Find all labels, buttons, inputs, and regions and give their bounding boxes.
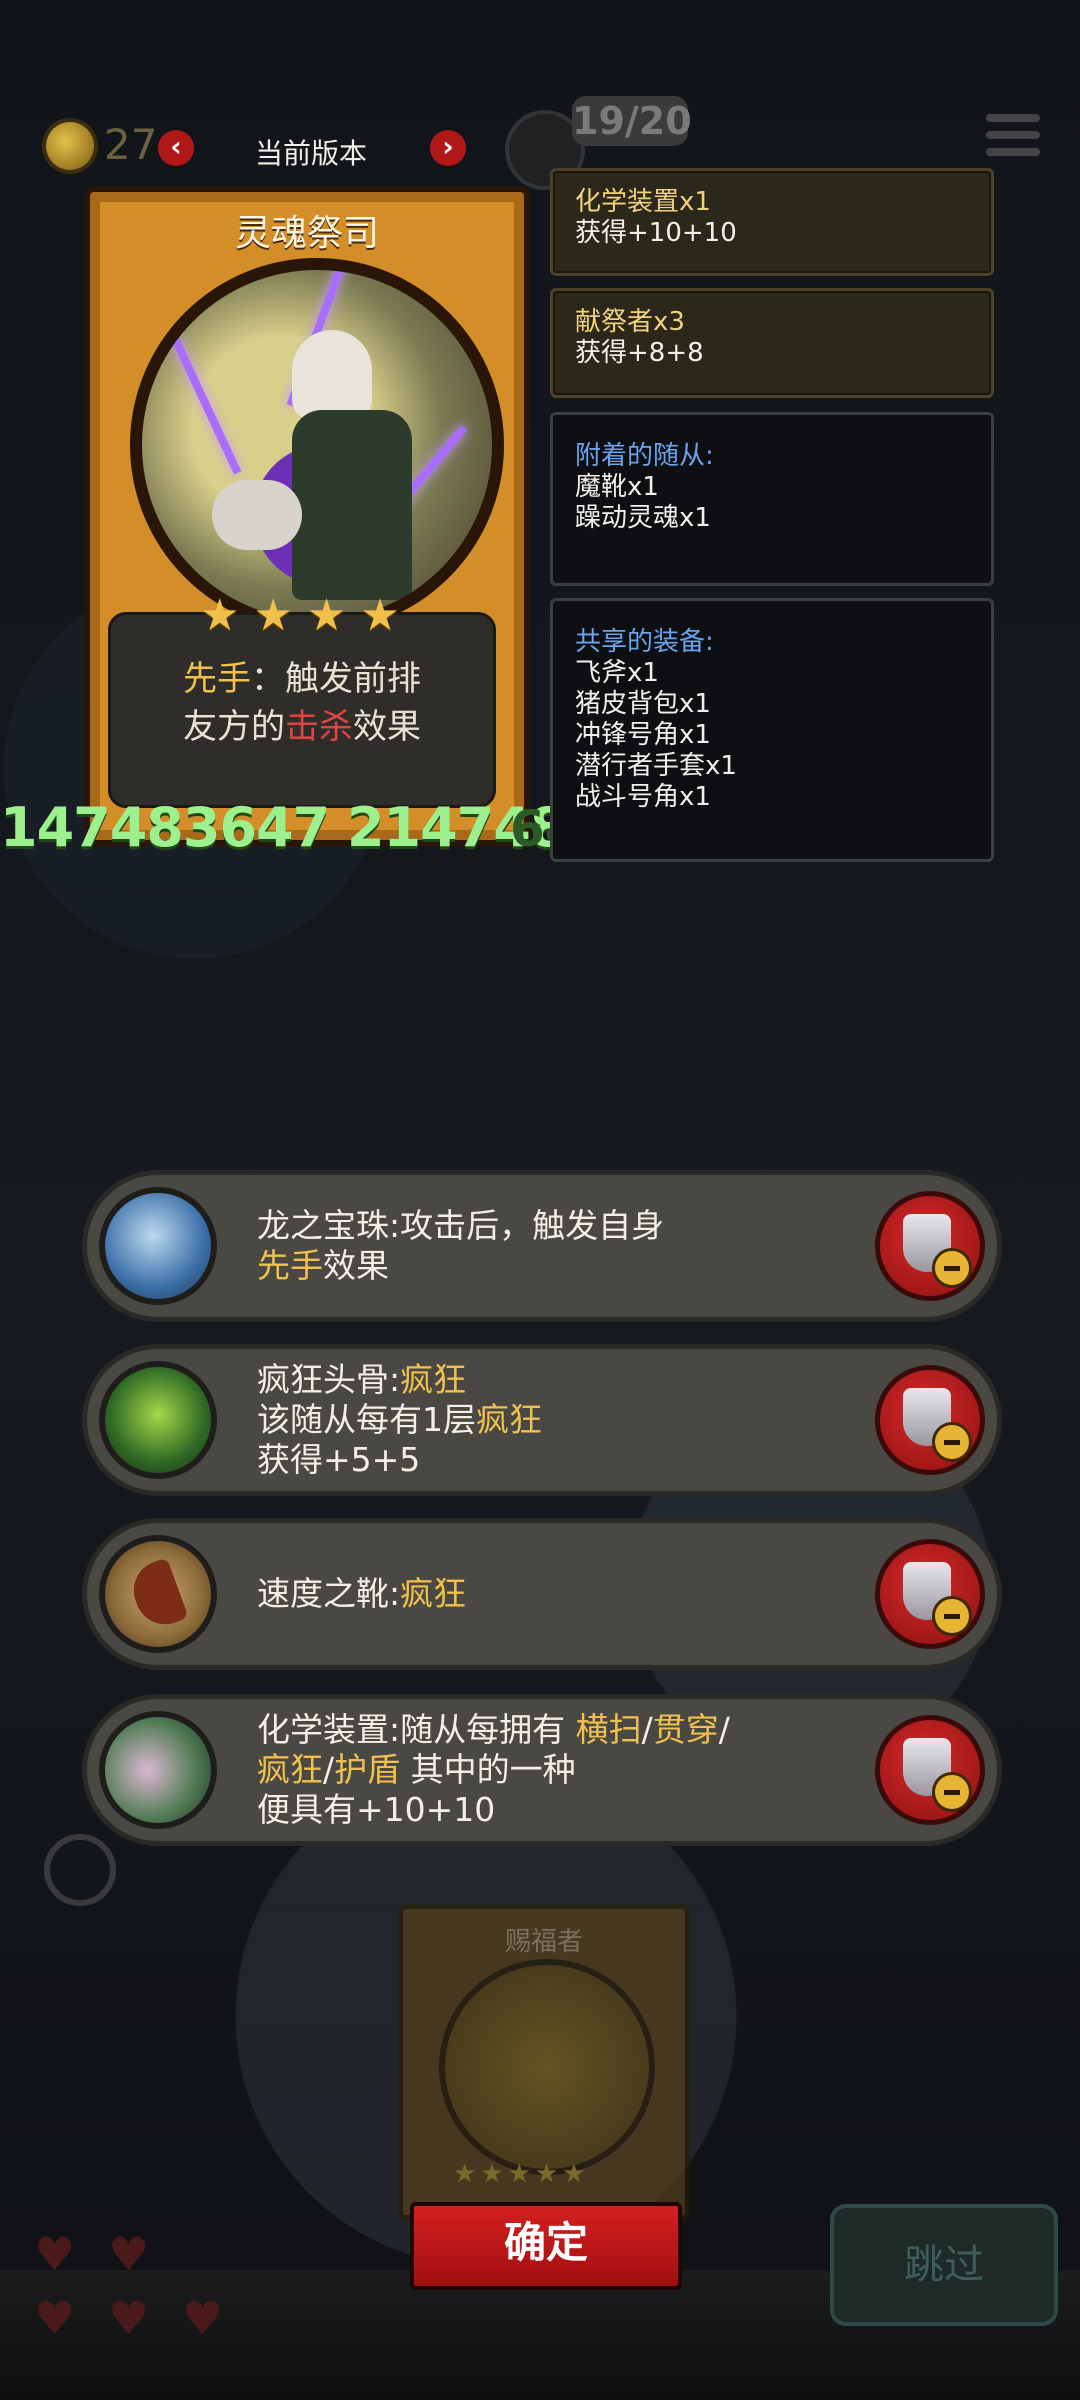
minus-icon xyxy=(932,1596,972,1636)
coin-icon xyxy=(46,122,94,170)
minus-icon xyxy=(932,1422,972,1462)
remove-equipment-button[interactable] xyxy=(875,1715,985,1825)
star-icon: ★ xyxy=(306,590,347,641)
equipment-row-speed-boots[interactable]: 速度之靴:疯狂 xyxy=(82,1518,1002,1670)
equipment-row-mad-skull[interactable]: 疯狂头骨:疯狂 该随从每有1层疯狂 获得+5+5 xyxy=(82,1344,1002,1496)
speed-boots-icon xyxy=(99,1535,217,1653)
star-icon: ★ xyxy=(253,590,293,641)
magnifier-icon[interactable] xyxy=(44,1834,116,1906)
shared-equipment-box: 共享的装备: 飞斧x1 猪皮背包x1 冲锋号角x1 潜行者手套x1 战斗号角x1 xyxy=(550,598,994,862)
next-version-button[interactable]: › xyxy=(430,130,466,166)
heart-icon: ♥ xyxy=(108,2291,150,2345)
remove-equipment-button[interactable] xyxy=(875,1365,985,1475)
equipment-row-chemical-device[interactable]: 化学装置:随从每拥有 横扫/贯穿/ 疯狂/护盾 其中的一种 便具有+10+10 xyxy=(82,1694,1002,1846)
mad-skull-icon xyxy=(99,1361,217,1479)
version-label: 当前版本 xyxy=(255,137,368,170)
minus-icon xyxy=(932,1772,972,1812)
minion-description: 先手：触发前排 友方的击杀效果 xyxy=(108,612,496,808)
heart-icon: ♥ xyxy=(108,2227,150,2281)
menu-icon[interactable] xyxy=(986,114,1040,164)
buff-box-sacrifice: 献祭者x3 获得+8+8 xyxy=(550,288,994,398)
minion-portrait xyxy=(130,258,504,632)
buff-box-chem: 化学装置x1 获得+10+10 xyxy=(550,168,994,276)
minus-icon xyxy=(932,1248,972,1288)
remove-equipment-button[interactable] xyxy=(875,1191,985,1301)
dragon-orb-icon xyxy=(99,1187,217,1305)
confirm-button[interactable]: 确定 xyxy=(410,2202,682,2290)
heart-icon: ♥ xyxy=(34,2227,76,2281)
star-icon: ★ xyxy=(360,590,400,641)
game-screen: 27 ‹ 当前版本 › 19/20 灵魂祭司 先手：触发前排 友方的击杀效果 ★… xyxy=(0,0,1080,2400)
reward-card-title: 赐福者 xyxy=(504,1927,583,1957)
coin-count: 27 xyxy=(104,120,158,169)
skull-mask-icon xyxy=(292,330,372,420)
equipment-description: 龙之宝珠:攻击后，触发自身 先手效果 xyxy=(257,1206,665,1285)
skip-button[interactable]: 跳过 xyxy=(830,2204,1058,2326)
remove-equipment-button[interactable] xyxy=(875,1539,985,1649)
equipment-description: 化学装置:随从每拥有 横扫/贯穿/ 疯狂/护盾 其中的一种 便具有+10+10 xyxy=(257,1710,730,1829)
reward-star-rating: ★★★★★ xyxy=(453,2159,590,2189)
chemical-device-icon xyxy=(99,1711,217,1829)
equipment-row-dragon-orb[interactable]: 龙之宝珠:攻击后，触发自身 先手效果 xyxy=(82,1170,1002,1322)
equipment-description: 速度之靴:疯狂 xyxy=(257,1574,467,1613)
star-rating: ★ ★ ★ ★ xyxy=(200,590,400,641)
minion-name: 灵魂祭司 xyxy=(234,213,379,254)
star-icon: ★ xyxy=(200,590,240,641)
minion-card[interactable]: 灵魂祭司 先手：触发前排 友方的击杀效果 ★ ★ ★ ★ xyxy=(84,186,530,846)
reward-card-preview[interactable]: 赐福者 ★★★★★ xyxy=(398,1904,690,2220)
equipment-description: 疯狂头骨:疯狂 该随从每有1层疯狂 获得+5+5 xyxy=(257,1360,542,1479)
attached-minions-box: 附着的随从: 魔靴x1 躁动灵魂x1 xyxy=(550,412,994,586)
heart-icon: ♥ xyxy=(182,2291,224,2345)
heart-icon: ♥ xyxy=(34,2291,76,2345)
prev-version-button[interactable]: ‹ xyxy=(158,130,194,166)
turn-counter: 19/20 xyxy=(572,96,692,146)
reward-card-portrait xyxy=(439,1959,655,2175)
